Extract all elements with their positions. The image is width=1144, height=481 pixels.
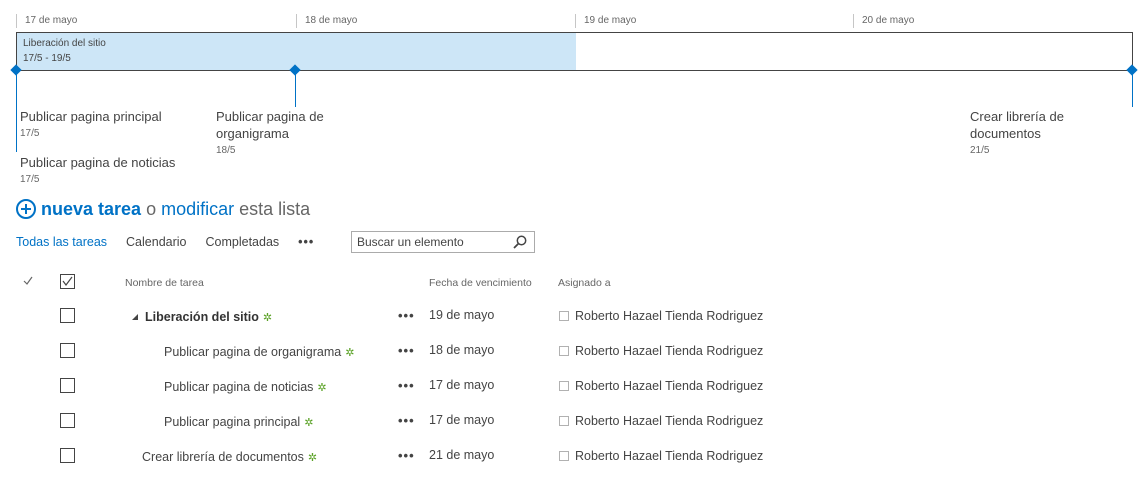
new-item-icon: ✲	[304, 416, 314, 429]
milestone-stem	[295, 74, 296, 107]
checkmark-icon	[23, 276, 33, 285]
assignee-link[interactable]: Roberto Hazael Tienda Rodriguez	[575, 414, 763, 428]
milestone-label-line: Crear librería de	[970, 109, 1064, 124]
task-name-cell: Publicar pagina de noticias ✲	[164, 380, 327, 394]
tab-calendar[interactable]: Calendario	[126, 235, 186, 249]
milestone-label-line: organigrama	[216, 126, 289, 141]
milestone-date: 21/5	[970, 145, 990, 156]
task-name-link[interactable]: Publicar pagina de organigrama	[164, 345, 341, 359]
table-row[interactable]: Publicar pagina principal ✲ ••• 17 de ma…	[0, 413, 1144, 448]
heading-rest-text: esta lista	[239, 198, 311, 219]
timeline-axis	[16, 70, 1133, 71]
tab-all-tasks[interactable]: Todas las tareas	[16, 235, 107, 249]
presence-icon	[559, 311, 569, 321]
presence-icon	[559, 346, 569, 356]
new-item-icon: ✲	[262, 311, 273, 324]
assignee-link[interactable]: Roberto Hazael Tienda Rodriguez	[575, 379, 763, 393]
edit-list-link[interactable]: modificar	[161, 199, 234, 220]
add-circle-icon[interactable]	[16, 199, 36, 219]
task-name-cell: Liberación del sitio ✲	[132, 310, 272, 324]
presence-icon	[559, 381, 569, 391]
presence-icon	[559, 451, 569, 461]
milestone-date: 17/5	[20, 174, 40, 185]
task-name-link[interactable]: Crear librería de documentos	[142, 450, 304, 464]
select-all-checkbox[interactable]	[60, 274, 75, 289]
column-header-due-date[interactable]: Fecha de vencimiento	[429, 277, 532, 289]
timeline-track: Liberación del sitio 17/5 - 19/5	[16, 32, 1133, 71]
column-header-name[interactable]: Nombre de tarea	[125, 277, 204, 289]
table-row[interactable]: Publicar pagina de organigrama ✲ ••• 18 …	[0, 343, 1144, 378]
assignee-link[interactable]: Roberto Hazael Tienda Rodriguez	[575, 344, 763, 358]
task-name-cell: Crear librería de documentos ✲	[142, 450, 317, 464]
table-row[interactable]: Publicar pagina de noticias ✲ ••• 17 de …	[0, 378, 1144, 413]
timeline-task-bar-range: 17/5 - 19/5	[23, 53, 71, 64]
task-name-link[interactable]: Liberación del sitio	[145, 310, 259, 324]
table-row[interactable]: Liberación del sitio ✲ ••• 19 de mayo Ro…	[0, 308, 1144, 343]
milestone-label[interactable]: Publicar pagina de organigrama	[216, 108, 324, 142]
row-menu-button[interactable]: •••	[398, 308, 415, 323]
new-item-icon: ✲	[317, 381, 327, 394]
milestone-label-line: documentos	[970, 126, 1041, 141]
row-menu-button[interactable]: •••	[398, 413, 415, 428]
list-heading: nueva tarea o modificar esta lista	[16, 196, 310, 222]
search-icon[interactable]	[513, 235, 527, 249]
search-box	[351, 231, 535, 253]
view-tabs: Todas las tareas Calendario Completadas …	[16, 233, 344, 251]
row-checkbox[interactable]	[60, 308, 75, 323]
new-item-icon: ✲	[345, 346, 355, 359]
table-row[interactable]: Crear librería de documentos ✲ ••• 21 de…	[0, 448, 1144, 481]
collapse-triangle-icon[interactable]	[132, 314, 138, 320]
column-header-assigned[interactable]: Asignado a	[558, 277, 611, 289]
milestone-date: 17/5	[20, 128, 40, 139]
row-checkbox[interactable]	[60, 413, 75, 428]
due-date: 18 de mayo	[429, 343, 495, 357]
presence-icon	[559, 416, 569, 426]
new-item-icon: ✲	[307, 451, 318, 464]
row-checkbox[interactable]	[60, 378, 75, 393]
due-date: 17 de mayo	[429, 413, 495, 427]
milestone-label[interactable]: Publicar pagina de noticias	[20, 154, 175, 171]
assignee-link[interactable]: Roberto Hazael Tienda Rodriguez	[575, 309, 763, 323]
timeline-date: 20 de mayo	[853, 14, 914, 28]
task-name-link[interactable]: Publicar pagina principal	[164, 415, 300, 429]
timeline-task-bar-title: Liberación del sitio	[23, 38, 106, 49]
due-date: 19 de mayo	[429, 308, 495, 322]
milestone-stem	[1132, 74, 1133, 107]
assignee-cell: Roberto Hazael Tienda Rodriguez	[559, 449, 763, 463]
assignee-cell: Roberto Hazael Tienda Rodriguez	[559, 379, 763, 393]
heading-or-text: o	[146, 198, 157, 219]
milestone-label[interactable]: Crear librería de documentos	[970, 108, 1064, 142]
task-name-link[interactable]: Publicar pagina de noticias	[164, 380, 313, 394]
row-checkbox[interactable]	[60, 343, 75, 358]
more-views-button[interactable]: •••	[298, 235, 314, 249]
timeline-date: 18 de mayo	[296, 14, 357, 28]
assignee-link[interactable]: Roberto Hazael Tienda Rodriguez	[575, 449, 763, 463]
milestone-label-line: Publicar pagina de	[216, 109, 324, 124]
timeline-date: 19 de mayo	[575, 14, 636, 28]
row-checkbox[interactable]	[60, 448, 75, 463]
row-menu-button[interactable]: •••	[398, 448, 415, 463]
assignee-cell: Roberto Hazael Tienda Rodriguez	[559, 309, 763, 323]
assignee-cell: Roberto Hazael Tienda Rodriguez	[559, 344, 763, 358]
milestone-stem	[16, 74, 17, 152]
due-date: 21 de mayo	[429, 448, 495, 462]
due-date: 17 de mayo	[429, 378, 495, 392]
new-task-link[interactable]: nueva tarea	[41, 199, 141, 220]
milestone-date: 18/5	[216, 145, 236, 156]
search-input[interactable]	[352, 232, 507, 252]
timeline-task-bar[interactable]: Liberación del sitio 17/5 - 19/5	[17, 33, 576, 70]
row-menu-button[interactable]: •••	[398, 343, 415, 358]
tab-completed[interactable]: Completadas	[206, 235, 280, 249]
assignee-cell: Roberto Hazael Tienda Rodriguez	[559, 414, 763, 428]
row-menu-button[interactable]: •••	[398, 378, 415, 393]
task-name-cell: Publicar pagina de organigrama ✲	[164, 345, 354, 359]
milestone-label[interactable]: Publicar pagina principal	[20, 108, 162, 125]
checkmark-icon	[62, 276, 73, 286]
task-name-cell: Publicar pagina principal ✲	[164, 415, 313, 429]
timeline-date: 17 de mayo	[16, 14, 77, 28]
